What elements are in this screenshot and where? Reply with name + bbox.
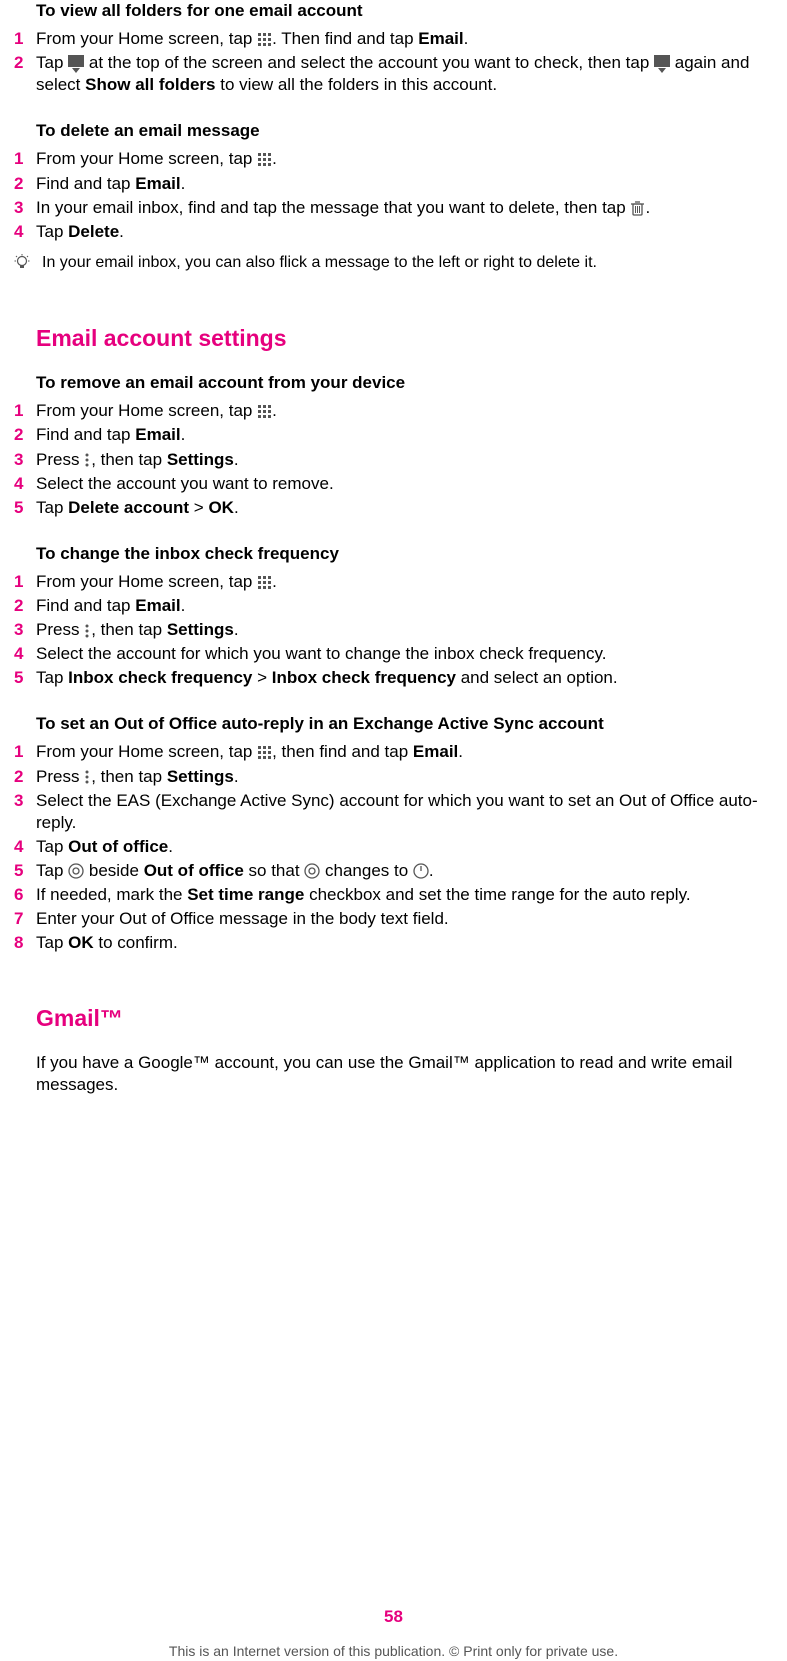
apps-grid-icon	[257, 32, 272, 47]
step: 5 Tap beside Out of office so that chang…	[36, 860, 769, 882]
step: 7 Enter your Out of Office message in th…	[36, 908, 769, 930]
step-number: 2	[14, 595, 36, 617]
step: 4 Tap Out of office.	[36, 836, 769, 858]
step-number: 3	[14, 619, 36, 641]
step-text: Select the account for which you want to…	[36, 643, 769, 665]
step: 1 From your Home screen, tap . Then find…	[36, 28, 769, 50]
toggle-on-icon	[413, 863, 429, 879]
step-text: Select the account you want to remove.	[36, 473, 769, 495]
step: 1 From your Home screen, tap , then find…	[36, 741, 769, 763]
step-text: Find and tap Email.	[36, 424, 769, 446]
step-number: 6	[14, 884, 36, 906]
subheading-inbox-frequency: To change the inbox check frequency	[36, 543, 769, 565]
step-text: Tap Inbox check frequency > Inbox check …	[36, 667, 769, 689]
step: 3 In your email inbox, find and tap the …	[36, 197, 769, 219]
step-number: 4	[14, 473, 36, 495]
step: 2 Find and tap Email.	[36, 595, 769, 617]
step-number: 5	[14, 497, 36, 519]
footer-text: This is an Internet version of this publ…	[18, 1642, 769, 1660]
step-text: In your email inbox, find and tap the me…	[36, 197, 769, 219]
section-heading-gmail: Gmail™	[36, 1004, 769, 1034]
gmail-paragraph: If you have a Google™ account, you can u…	[36, 1052, 769, 1096]
step-number: 5	[14, 860, 36, 882]
step-number: 1	[14, 400, 36, 422]
step: 1 From your Home screen, tap .	[36, 400, 769, 422]
apps-grid-icon	[257, 575, 272, 590]
step: 1 From your Home screen, tap .	[36, 148, 769, 170]
step-text: Press , then tap Settings.	[36, 449, 769, 471]
step: 8 Tap OK to confirm.	[36, 932, 769, 954]
step-text: Find and tap Email.	[36, 173, 769, 195]
apps-grid-icon	[257, 404, 272, 419]
apps-grid-icon	[257, 745, 272, 760]
step-text: From your Home screen, tap . Then find a…	[36, 28, 769, 50]
step: 1 From your Home screen, tap .	[36, 571, 769, 593]
step-text: From your Home screen, tap .	[36, 148, 769, 170]
step: 4 Tap Delete.	[36, 221, 769, 243]
step-number: 8	[14, 932, 36, 954]
step: 3 Press , then tap Settings.	[36, 619, 769, 641]
subheading-delete-email: To delete an email message	[36, 120, 769, 142]
step-number: 3	[14, 197, 36, 219]
step-text: From your Home screen, tap , then find a…	[36, 741, 769, 763]
step: 5 Tap Inbox check frequency > Inbox chec…	[36, 667, 769, 689]
step-text: Enter your Out of Office message in the …	[36, 908, 769, 930]
subheading-out-of-office: To set an Out of Office auto-reply in an…	[36, 713, 769, 735]
step-number: 1	[14, 571, 36, 593]
step-number: 4	[14, 643, 36, 665]
step-text: Tap beside Out of office so that changes…	[36, 860, 769, 882]
step-number: 3	[14, 449, 36, 471]
tip-row: In your email inbox, you can also flick …	[36, 253, 769, 275]
page-number: 58	[18, 1606, 769, 1628]
step-number: 3	[14, 790, 36, 812]
step: 3 Press , then tap Settings.	[36, 449, 769, 471]
step-text: From your Home screen, tap .	[36, 400, 769, 422]
step-text: Select the EAS (Exchange Active Sync) ac…	[36, 790, 769, 834]
subheading-view-all-folders: To view all folders for one email accoun…	[36, 0, 769, 22]
step-text: From your Home screen, tap .	[36, 571, 769, 593]
step-number: 1	[14, 28, 36, 50]
step-number: 7	[14, 908, 36, 930]
step-text: Tap Delete.	[36, 221, 769, 243]
apps-grid-icon	[257, 152, 272, 167]
section-heading-email-account-settings: Email account settings	[36, 324, 769, 354]
subheading-remove-account: To remove an email account from your dev…	[36, 372, 769, 394]
step-number: 1	[14, 741, 36, 763]
toggle-off-icon	[68, 863, 84, 879]
step-text: Press , then tap Settings.	[36, 766, 769, 788]
step-number: 2	[14, 173, 36, 195]
step-number: 2	[14, 52, 36, 74]
step-text: If needed, mark the Set time range check…	[36, 884, 769, 906]
step-number: 2	[14, 424, 36, 446]
step-number: 2	[14, 766, 36, 788]
step-text: Tap OK to confirm.	[36, 932, 769, 954]
dropdown-icon	[68, 55, 84, 73]
step-text: Tap Delete account > OK.	[36, 497, 769, 519]
step-number: 5	[14, 667, 36, 689]
step-number: 1	[14, 148, 36, 170]
step: 6 If needed, mark the Set time range che…	[36, 884, 769, 906]
step-text: Tap at the top of the screen and select …	[36, 52, 769, 96]
step: 2 Press , then tap Settings.	[36, 766, 769, 788]
dropdown-icon	[654, 55, 670, 73]
step: 4 Select the account you want to remove.	[36, 473, 769, 495]
step: 2 Find and tap Email.	[36, 173, 769, 195]
step-text: Tap Out of office.	[36, 836, 769, 858]
step: 2 Find and tap Email.	[36, 424, 769, 446]
tip-text: In your email inbox, you can also flick …	[36, 253, 769, 274]
step: 3 Select the EAS (Exchange Active Sync) …	[36, 790, 769, 834]
step-text: Press , then tap Settings.	[36, 619, 769, 641]
trash-icon	[630, 200, 645, 216]
step-text: Find and tap Email.	[36, 595, 769, 617]
step: 2 Tap at the top of the screen and selec…	[36, 52, 769, 96]
step-number: 4	[14, 836, 36, 858]
step-number: 4	[14, 221, 36, 243]
step: 4 Select the account for which you want …	[36, 643, 769, 665]
step: 5 Tap Delete account > OK.	[36, 497, 769, 519]
lightbulb-icon	[14, 254, 36, 276]
toggle-off-icon	[304, 863, 320, 879]
